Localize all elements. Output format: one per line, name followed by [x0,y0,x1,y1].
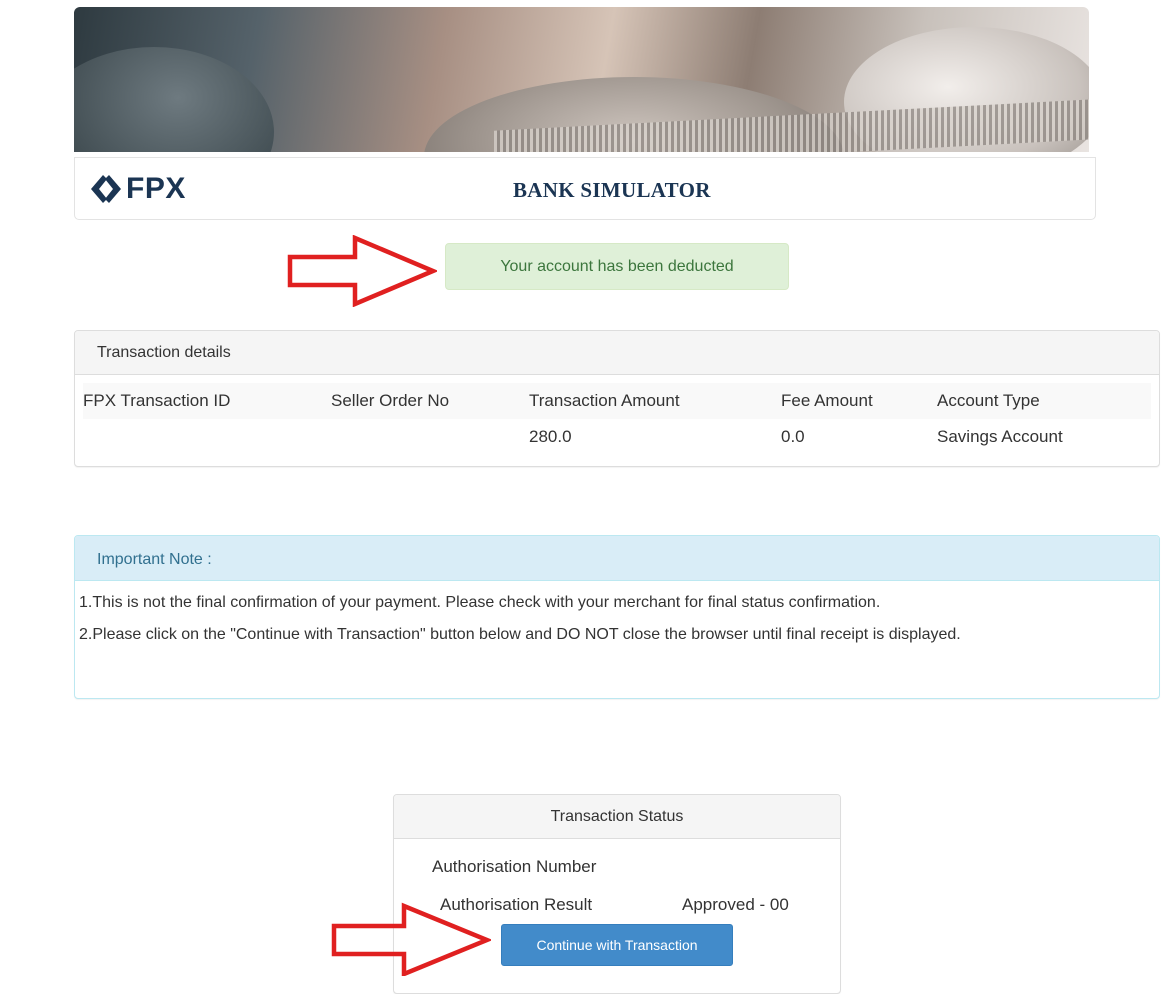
panel-heading: Important Note : [75,536,1159,581]
column-header: Transaction Amount [529,391,680,410]
fee-amount-cell: 0.0 [781,427,805,446]
transaction-table: FPX Transaction ID Seller Order No Trans… [83,383,1151,455]
note-item: 2.Please click on the "Continue with Tra… [79,626,961,643]
note-body: 1.This is not the final confirmation of … [75,581,1159,647]
table-header-row: FPX Transaction ID Seller Order No Trans… [83,383,1151,419]
header-bar: FPX BANK SIMULATOR [74,157,1096,220]
authorisation-number-label: Authorisation Number [432,857,597,876]
logo-text: FPX [126,172,186,205]
header-banner-image [74,7,1089,152]
seller-order-no-cell [331,419,529,455]
alert-message: Your account has been deducted [500,257,734,275]
column-header: Seller Order No [331,391,450,410]
table-row: 280.0 0.0 Savings Account [83,419,1151,455]
transaction-details-panel: Transaction details FPX Transaction ID S… [74,330,1160,467]
fpx-logo: FPX [91,172,186,206]
success-alert: Your account has been deducted [445,243,789,290]
panel-heading: Transaction Status [394,795,840,839]
column-header: Fee Amount [781,391,873,410]
page-title: BANK SIMULATOR [513,178,711,202]
panel-heading: Transaction details [75,331,1159,375]
red-outline-arrow-icon [331,902,491,976]
fpx-transaction-id-cell [83,419,331,455]
continue-with-transaction-button[interactable]: Continue with Transaction [501,924,733,966]
account-type-cell: Savings Account [937,427,1063,446]
important-note-panel: Important Note : 1.This is not the final… [74,535,1160,699]
note-item: 1.This is not the final confirmation of … [79,594,881,611]
column-header: Account Type [937,391,1040,410]
column-header: FPX Transaction ID [83,391,231,410]
transaction-amount-cell: 280.0 [529,427,572,446]
fpx-logo-icon [91,175,121,203]
authorisation-result-value: Approved - 00 [682,895,789,914]
red-outline-arrow-icon [287,235,437,307]
